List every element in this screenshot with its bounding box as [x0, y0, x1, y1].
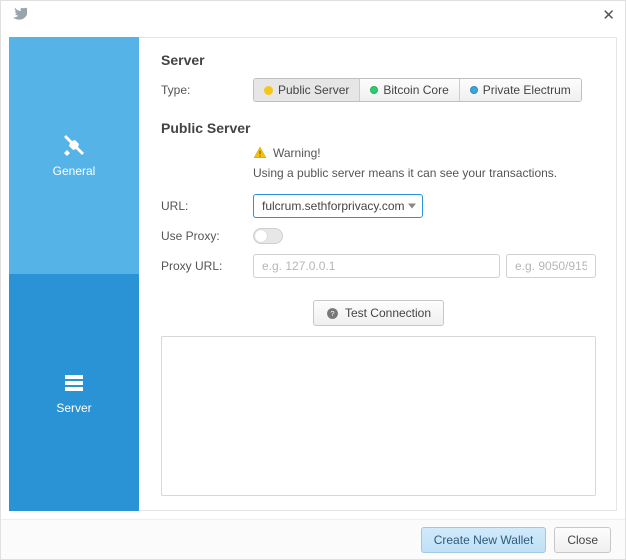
- test-connection-button[interactable]: ? Test Connection: [313, 300, 444, 326]
- tools-icon: [62, 134, 86, 158]
- use-proxy-toggle[interactable]: [253, 228, 283, 244]
- server-heading: Server: [161, 52, 596, 68]
- seg-label: Public Server: [278, 83, 349, 97]
- server-url-dropdown[interactable]: fulcrum.sethforprivacy.com: [253, 194, 423, 218]
- chevron-down-icon: [408, 204, 416, 209]
- sidebar-item-server[interactable]: Server: [9, 274, 139, 511]
- warning-block: Warning! Using a public server means it …: [253, 146, 596, 194]
- dot-icon: [370, 86, 378, 94]
- server-type-segmented: Public Server Bitcoin Core Private Elect…: [253, 78, 582, 102]
- close-button[interactable]: Close: [554, 527, 611, 553]
- connection-log: [161, 336, 596, 496]
- create-new-wallet-button[interactable]: Create New Wallet: [421, 527, 547, 553]
- server-icon: [62, 371, 86, 395]
- sidebar-item-general[interactable]: General: [9, 37, 139, 274]
- use-proxy-row: Use Proxy:: [161, 228, 596, 244]
- test-connection-label: Test Connection: [345, 306, 431, 320]
- server-type-private-electrum[interactable]: Private Electrum: [460, 79, 581, 101]
- server-type-public[interactable]: Public Server: [254, 79, 360, 101]
- url-row: URL: fulcrum.sethforprivacy.com: [161, 194, 596, 218]
- seg-label: Bitcoin Core: [383, 83, 448, 97]
- dialog-footer: Create New Wallet Close: [1, 519, 625, 559]
- proxy-host-input[interactable]: [253, 254, 500, 278]
- public-server-heading: Public Server: [161, 120, 596, 136]
- proxy-port-input[interactable]: [506, 254, 596, 278]
- sidebar: General Server: [9, 37, 139, 511]
- warning-title: Warning!: [273, 146, 321, 160]
- proxy-url-row: Proxy URL:: [161, 254, 596, 278]
- toggle-knob: [255, 230, 267, 242]
- test-connection-row: ? Test Connection: [161, 300, 596, 326]
- dropdown-value: fulcrum.sethforprivacy.com: [262, 199, 404, 213]
- url-label: URL:: [161, 199, 253, 213]
- content-pane: Server Type: Public Server Bitcoin Core …: [139, 37, 617, 511]
- button-label: Create New Wallet: [434, 533, 534, 547]
- titlebar: ✕: [1, 1, 625, 29]
- settings-window: ✕ General Server Server Type: Public Ser…: [0, 0, 626, 560]
- sidebar-item-label: General: [53, 164, 96, 178]
- app-icon: [11, 5, 27, 26]
- dialog-body: General Server Server Type: Public Serve…: [1, 29, 625, 519]
- proxy-url-label: Proxy URL:: [161, 259, 253, 273]
- dot-icon: [264, 86, 273, 95]
- use-proxy-label: Use Proxy:: [161, 229, 253, 243]
- close-icon[interactable]: ✕: [602, 6, 615, 24]
- button-label: Close: [567, 533, 598, 547]
- sidebar-item-label: Server: [56, 401, 91, 415]
- svg-text:?: ?: [330, 309, 334, 318]
- warning-body: Using a public server means it can see y…: [253, 166, 596, 180]
- warning-icon: [253, 146, 267, 160]
- question-icon: ?: [326, 307, 339, 320]
- server-type-row: Type: Public Server Bitcoin Core Private…: [161, 78, 596, 102]
- server-type-bitcoin-core[interactable]: Bitcoin Core: [360, 79, 459, 101]
- dot-icon: [470, 86, 478, 94]
- type-label: Type:: [161, 83, 253, 97]
- seg-label: Private Electrum: [483, 83, 571, 97]
